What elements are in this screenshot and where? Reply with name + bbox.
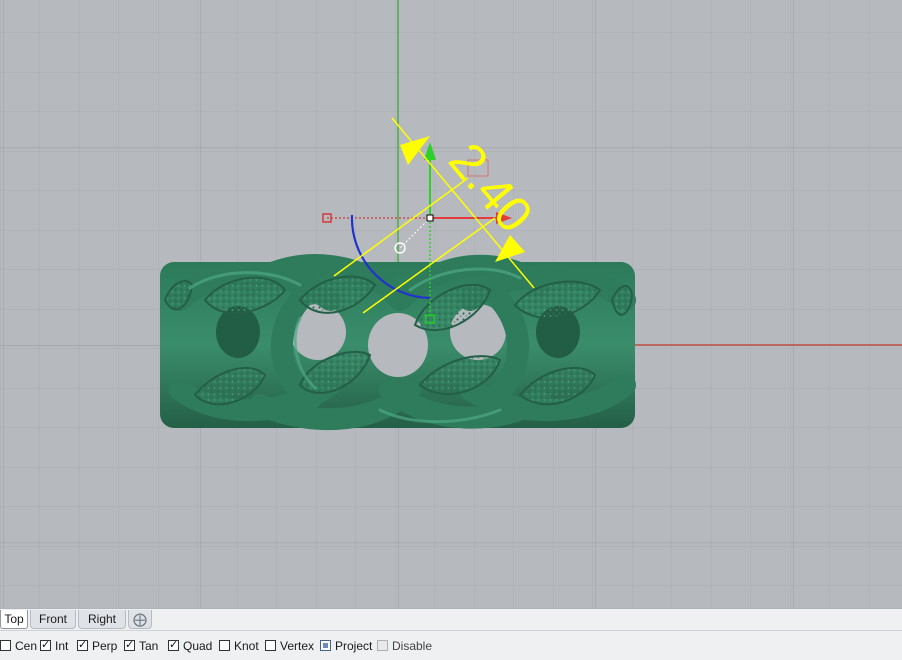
osnap-vertex-checkbox[interactable] (265, 640, 276, 652)
osnap-perp-checkbox[interactable] (77, 640, 88, 652)
osnap-project-label: Project (335, 639, 373, 653)
osnap-quad[interactable]: Quad (168, 639, 212, 654)
osnap-perp[interactable]: Perp (77, 639, 117, 654)
chain-ring-model[interactable] (160, 254, 636, 431)
osnap-disable-label: Disable (392, 639, 433, 653)
osnap-int-label: Int (55, 639, 69, 653)
osnap-cen-label: Cen (15, 639, 38, 653)
osnap-disable[interactable]: Disable (377, 639, 432, 654)
tab-top[interactable]: Top (0, 610, 28, 629)
osnap-knot-checkbox[interactable] (219, 640, 230, 652)
osnap-int-checkbox[interactable] (40, 640, 51, 652)
osnap-perp-label: Perp (92, 639, 118, 653)
add-viewport-icon: ⨁ (133, 611, 147, 627)
osnap-disable-checkbox[interactable] (377, 640, 388, 652)
viewport-canvas: 2.40 (0, 0, 902, 608)
osnap-quad-label: Quad (183, 639, 213, 653)
osnap-toolbar: Cen Int Perp Tan Quad Knot Vertex Projec… (0, 630, 902, 660)
tab-front[interactable]: Front (30, 610, 76, 629)
top-viewport[interactable]: 2.40 (0, 0, 902, 608)
osnap-cen-checkbox[interactable] (0, 640, 11, 652)
osnap-project-checkbox[interactable] (320, 640, 331, 652)
osnap-vertex-label: Vertex (280, 639, 315, 653)
osnap-tan[interactable]: Tan (124, 639, 158, 654)
osnap-cen[interactable]: Cen (0, 639, 37, 654)
osnap-tan-checkbox[interactable] (124, 640, 135, 652)
osnap-knot-label: Knot (234, 639, 259, 653)
osnap-int[interactable]: Int (40, 639, 68, 654)
osnap-tan-label: Tan (139, 639, 159, 653)
tab-right[interactable]: Right (78, 610, 126, 629)
osnap-project[interactable]: Project (320, 639, 372, 654)
osnap-vertex[interactable]: Vertex (265, 639, 314, 654)
osnap-knot[interactable]: Knot (219, 639, 259, 654)
osnap-quad-checkbox[interactable] (168, 640, 179, 652)
viewport-tab-bar: Top Front Right ⨁ (0, 608, 902, 630)
add-viewport-tab-button[interactable]: ⨁ (128, 610, 152, 629)
